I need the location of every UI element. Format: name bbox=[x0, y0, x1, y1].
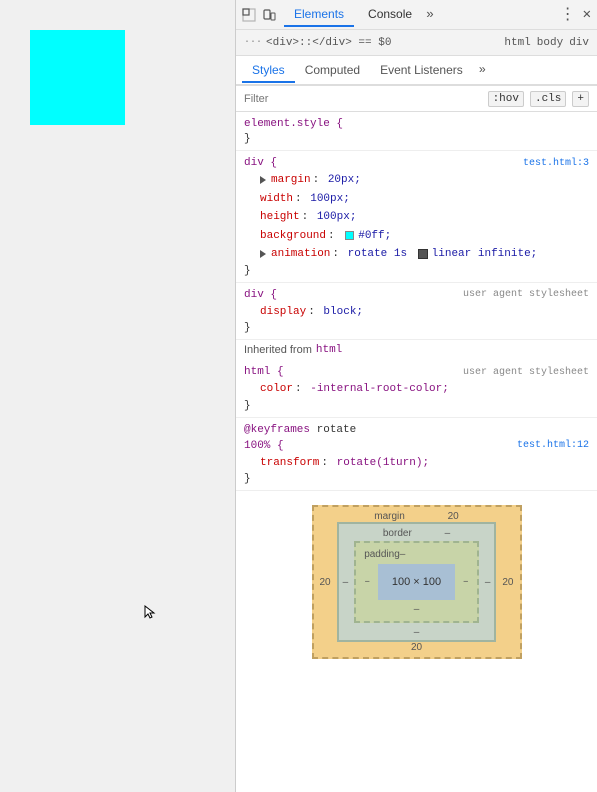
div-source-link[interactable]: test.html:3 bbox=[523, 158, 589, 169]
animation-triangle-icon[interactable] bbox=[260, 250, 266, 258]
prop-background: background : #0ff; bbox=[236, 227, 597, 246]
subtabs-bar: Styles Computed Event Listeners » bbox=[236, 56, 597, 86]
margin-bottom-label: 20 bbox=[314, 642, 520, 657]
div-ua-close-brace: } bbox=[236, 321, 597, 335]
box-padding-wrapper: padding– – 100 × 100 – bbox=[352, 539, 481, 625]
inherited-from-row: Inherited from html bbox=[236, 340, 597, 360]
margin-top-label: margin 20 bbox=[314, 507, 520, 522]
prop-color: color : -internal-root-color; bbox=[236, 380, 597, 399]
prop-animation: animation : rotate 1s linear infinite; bbox=[236, 245, 597, 264]
devtools-topbar-icons bbox=[242, 8, 276, 22]
subtabs-more-icon[interactable]: » bbox=[473, 59, 492, 81]
tab-elements[interactable]: Elements bbox=[284, 3, 354, 27]
div-ua-selector-row: div { user agent stylesheet bbox=[236, 287, 597, 303]
div-selector: div { bbox=[244, 157, 277, 169]
inherited-tag: html bbox=[316, 344, 342, 356]
div-ua-section: div { user agent stylesheet display : bl… bbox=[236, 283, 597, 341]
keyframes-selector-row: @keyframes rotate bbox=[236, 422, 597, 438]
border-right-label: – bbox=[481, 577, 495, 588]
at-rule: @keyframes bbox=[244, 424, 310, 436]
kebab-menu-button[interactable]: ⋮ bbox=[560, 7, 575, 23]
devtools-topbar: Elements Console » ⋮ ✕ bbox=[236, 0, 597, 30]
padding-bottom-label: – bbox=[360, 604, 473, 617]
breadcrumb: ··· <div>::</div> == $0 html body div bbox=[236, 30, 597, 56]
html-ua-close-brace: } bbox=[236, 399, 597, 413]
box-margin: margin 20 20 border – – bbox=[312, 505, 522, 659]
div-ua-label: user agent stylesheet bbox=[463, 289, 589, 300]
add-style-button[interactable]: + bbox=[572, 91, 589, 107]
breadcrumb-ellipsis: ··· bbox=[244, 37, 262, 48]
filter-controls: :hov .cls + bbox=[488, 91, 589, 107]
html-ua-selector-row: html { user agent stylesheet bbox=[236, 364, 597, 380]
margin-right-label: 20 bbox=[496, 577, 519, 588]
breadcrumb-div[interactable]: div bbox=[569, 37, 589, 49]
tab-event-listeners[interactable]: Event Listeners bbox=[370, 59, 473, 83]
hov-button[interactable]: :hov bbox=[488, 91, 524, 107]
kf-100-row: 100% { test.html:12 bbox=[236, 438, 597, 454]
box-border: border – – padding– bbox=[337, 522, 497, 642]
margin-triangle-icon[interactable] bbox=[260, 176, 266, 184]
div-style-section: div { test.html:3 margin : 20px; width :… bbox=[236, 151, 597, 283]
prop-transform: transform : rotate(1turn); bbox=[236, 454, 597, 473]
border-top-label: border – bbox=[339, 524, 495, 539]
margin-middle-row: 20 border – – bbox=[314, 522, 520, 642]
padding-middle-row: – 100 × 100 – bbox=[360, 560, 473, 604]
close-devtools-button[interactable]: ✕ bbox=[583, 6, 591, 23]
animation-checkbox[interactable] bbox=[418, 249, 428, 259]
cyan-box bbox=[30, 30, 125, 125]
margin-left-label: 20 bbox=[314, 577, 337, 588]
kf-100-selector: 100% { bbox=[244, 440, 284, 452]
prop-display: display : block; bbox=[236, 303, 597, 322]
box-content: 100 × 100 bbox=[378, 564, 455, 600]
html-ua-section: html { user agent stylesheet color : -in… bbox=[236, 360, 597, 418]
border-middle-row: – padding– – bbox=[339, 539, 495, 625]
padding-left-label: – bbox=[360, 577, 374, 588]
cls-button[interactable]: .cls bbox=[530, 91, 566, 107]
more-tabs-icon[interactable]: » bbox=[426, 7, 434, 22]
breadcrumb-nav: html body div bbox=[504, 37, 589, 49]
border-left-label: – bbox=[339, 577, 353, 588]
div-close-brace: } bbox=[236, 264, 597, 278]
element-style-close-brace: } bbox=[236, 132, 597, 146]
box-padding: padding– – 100 × 100 – bbox=[354, 541, 479, 623]
cursor-icon bbox=[143, 605, 157, 619]
devtools-main-tabs: Elements Console » bbox=[284, 3, 560, 27]
breadcrumb-divtag: <div>::</div> == $0 bbox=[266, 37, 391, 49]
element-style-selector-row: element.style { bbox=[236, 116, 597, 132]
breadcrumb-html[interactable]: html bbox=[504, 37, 530, 49]
element-style-selector: element.style { bbox=[244, 118, 343, 130]
filter-bar: :hov .cls + bbox=[236, 86, 597, 112]
prop-width: width : 100px; bbox=[236, 190, 597, 209]
kf-source-link[interactable]: test.html:12 bbox=[517, 440, 589, 451]
inherited-label: Inherited from bbox=[244, 344, 312, 356]
tab-styles[interactable]: Styles bbox=[242, 59, 295, 83]
prop-height: height : 100px; bbox=[236, 208, 597, 227]
inspector-icon[interactable] bbox=[242, 8, 256, 22]
div-selector-row: div { test.html:3 bbox=[236, 155, 597, 171]
tab-console[interactable]: Console bbox=[358, 3, 422, 27]
kf-close-brace: } bbox=[236, 472, 597, 486]
box-border-wrapper: border – – padding– bbox=[337, 522, 497, 642]
devtools-panel: Elements Console » ⋮ ✕ ··· <div>::</div>… bbox=[235, 0, 597, 792]
box-model-section: margin 20 20 border – – bbox=[236, 495, 597, 669]
filter-input[interactable] bbox=[244, 93, 484, 105]
div-ua-selector: div { bbox=[244, 289, 277, 301]
devtools-topbar-right: ⋮ ✕ bbox=[560, 6, 591, 23]
html-ua-label: user agent stylesheet bbox=[463, 367, 589, 378]
page-area bbox=[0, 0, 235, 792]
breadcrumb-body[interactable]: body bbox=[537, 37, 563, 49]
keyframes-name: rotate bbox=[317, 424, 357, 436]
keyframes-section: @keyframes rotate 100% { test.html:12 tr… bbox=[236, 418, 597, 492]
tab-computed[interactable]: Computed bbox=[295, 59, 370, 83]
border-bottom-label: – bbox=[339, 625, 495, 640]
element-style-section: element.style { } bbox=[236, 112, 597, 151]
color-swatch[interactable] bbox=[345, 231, 354, 240]
prop-margin: margin : 20px; bbox=[236, 171, 597, 190]
html-ua-selector: html { bbox=[244, 366, 284, 378]
padding-right-label: – bbox=[459, 577, 473, 588]
device-toggle-icon[interactable] bbox=[262, 8, 276, 22]
padding-top-label: padding– bbox=[360, 547, 473, 560]
styles-content: element.style { } div { test.html:3 marg… bbox=[236, 112, 597, 792]
